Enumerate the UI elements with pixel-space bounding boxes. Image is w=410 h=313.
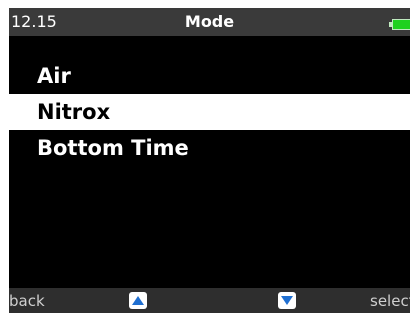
- menu-item-air[interactable]: Air: [9, 58, 410, 94]
- page-title: Mode: [184, 12, 235, 31]
- battery-icon: [392, 19, 410, 30]
- menu-item-bottom-time[interactable]: Bottom Time: [9, 130, 410, 166]
- menu-item-label: Nitrox: [37, 100, 111, 124]
- mode-menu: Air Nitrox Bottom Time: [9, 58, 410, 166]
- screen: 12.15 Mode Air Nitrox Bottom Time back s…: [0, 0, 410, 313]
- status-bar: 12.15 Mode: [9, 8, 410, 36]
- menu-item-nitrox[interactable]: Nitrox: [9, 94, 410, 130]
- down-arrow-icon[interactable]: [278, 292, 296, 309]
- menu-item-label: Bottom Time: [37, 136, 189, 160]
- softkey-bar: back select: [9, 288, 410, 313]
- down-arrow-glyph: [281, 296, 293, 305]
- up-arrow-icon[interactable]: [129, 292, 147, 309]
- select-softkey[interactable]: select: [370, 292, 410, 310]
- menu-item-label: Air: [37, 64, 71, 88]
- device-display: 12.15 Mode Air Nitrox Bottom Time back s…: [9, 8, 410, 313]
- back-softkey[interactable]: back: [9, 292, 45, 310]
- up-arrow-glyph: [132, 296, 144, 305]
